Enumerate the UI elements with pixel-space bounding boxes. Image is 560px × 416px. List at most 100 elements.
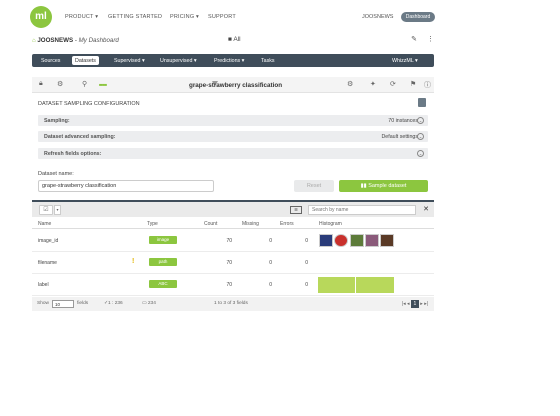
bigml-logo[interactable]: ml [30,6,52,28]
warning-icon: ! [132,258,135,265]
field-name[interactable]: image_id [38,238,58,244]
tab-sources[interactable]: Sources [41,58,60,64]
field-name[interactable]: filename [38,260,57,266]
document-icon[interactable] [418,98,426,107]
dataset-name-label: Dataset name: [38,171,74,177]
close-icon[interactable]: ✕ [421,205,431,215]
field-count: 70 [226,238,232,244]
lock-icon[interactable]: 🔒︎ [39,80,43,88]
breadcrumb: ⌂ JOOSNEWS - My Dashboard ■ All ✎ ⋮ [32,34,434,47]
field-errors: 0 [305,238,308,244]
tab-datasets[interactable]: Datasets [72,56,99,65]
field-count: 70 [226,260,232,266]
info-icon[interactable]: ⓘ [424,80,431,90]
chevron-down-icon[interactable]: ⌄ [417,133,424,140]
col-errors[interactable]: Errors [280,221,294,227]
sample-dataset-button[interactable]: ▮▮ Sample dataset [339,180,428,192]
dashboard-button[interactable]: Dashboard [401,12,435,22]
dataset-toolbar: 🔒︎ ⚙ ⚲ ■■■■ grape-strawberry classificat… [32,77,434,93]
image-thumbnail[interactable] [319,234,333,247]
tab-supervised[interactable]: Supervised ▾ [114,58,145,64]
sample-dataset-label: Sample dataset [368,183,407,189]
breadcrumb-page: My Dashboard [78,37,119,44]
fields-toolbar: ☑ ▾ ☰ ✕ [32,200,434,217]
field-errors: 0 [305,260,308,266]
select-all-checkbox[interactable]: ☑ [39,205,53,215]
pagination: |◂ ◂ 1 ▸ ▸| [402,300,428,308]
tree-icon[interactable]: ⚲ [82,80,87,88]
col-name[interactable]: Name [38,221,51,227]
reset-button[interactable]: Reset [294,180,334,192]
dataset-name-field[interactable] [38,180,214,192]
edit-icon[interactable]: ✎ [411,36,417,43]
field-errors: 0 [305,282,308,288]
nav-pricing[interactable]: PRICING ▾ [170,14,199,20]
header-icons: ✎ ⋮ [401,35,434,43]
page-range: 1 to 3 of 3 fields [214,301,248,306]
script-icon[interactable]: ⟳ [390,80,396,88]
advanced-sampling-row[interactable]: Dataset advanced sampling: Default setti… [38,131,428,142]
image-thumbnail[interactable] [334,234,348,247]
dataset-name: grape-strawberry classification [189,82,283,89]
main-nav: Sources Datasets Supervised ▾ Unsupervis… [32,54,434,67]
table-footer: Show 10 fields ✓1 : 236 ▭ 234 1 to 3 of … [32,297,434,311]
project-selector[interactable]: ■ All [228,36,241,43]
project-label: All [233,36,241,43]
network-icon[interactable]: ⚙ [57,80,63,88]
page-number[interactable]: 1 [410,300,419,308]
field-missing: 0 [269,260,272,266]
table-row[interactable]: label ABC 70 0 0 [32,275,434,296]
tab-predictions[interactable]: Predictions ▾ [214,58,244,64]
col-count[interactable]: Count [204,221,217,227]
last-page-icon[interactable]: ▸| [424,301,428,307]
nav-product[interactable]: PRODUCT ▾ [65,14,98,20]
model-icon[interactable]: ⚙ [347,80,353,88]
page-size-select[interactable]: 10 [52,300,74,308]
col-type[interactable]: Type [147,221,158,227]
refresh-fields-row[interactable]: Refresh fields options: ⌄ [38,148,428,159]
columns-icon[interactable]: ☰ [290,206,302,214]
breadcrumb-org[interactable]: JOOSNEWS [37,37,73,44]
whizzml-icon[interactable]: ⚑ [410,80,416,88]
field-name[interactable]: label [38,282,49,288]
preferred-count: ▭ 234 [142,301,156,306]
first-page-icon[interactable]: |◂ [402,301,406,307]
field-count: 70 [226,282,232,288]
table-row[interactable]: image_id image 70 0 0 [32,231,434,252]
field-missing: 0 [269,282,272,288]
histogram-bar[interactable] [318,277,355,293]
col-histogram: Histogram [319,221,342,227]
histogram-bar[interactable] [356,277,394,293]
tab-unsupervised[interactable]: Unsupervised ▾ [160,58,197,64]
nav-support[interactable]: SUPPORT [208,14,236,20]
image-thumbnail[interactable] [365,234,379,247]
tab-tasks[interactable]: Tasks [261,58,275,64]
table-row[interactable]: filename ! path 70 0 0 [32,253,434,274]
type-badge: ABC [149,280,177,288]
type-badge: image [149,236,177,244]
chevron-down-icon[interactable]: ▾ [54,205,61,215]
selected-count: ✓1 : 236 [104,301,123,306]
type-badge: path [149,258,177,266]
sampling-row[interactable]: Sampling: 70 instances ⌄ [38,115,428,126]
table-header: Name Type Count Missing Errors Histogram [32,218,434,229]
show-label: Show [37,301,49,306]
more-icon[interactable]: ⋮ [427,36,434,43]
col-missing[interactable]: Missing [242,221,259,227]
tab-whizzml[interactable]: WhizzML ▾ [392,58,418,64]
preferred-count-value: 234 [147,301,156,306]
rating-stars: ■■■■ [99,82,107,87]
cluster-icon[interactable]: ✦ [370,80,376,88]
advanced-sampling-label: Dataset advanced sampling: [44,134,116,140]
user-menu[interactable]: JOOSNEWS [362,14,393,20]
page-title: ⌂ JOOSNEWS - My Dashboard [32,37,119,44]
search-input[interactable] [308,205,416,215]
home-icon[interactable]: ⌂ [32,38,36,44]
image-thumbnail[interactable] [350,234,364,247]
chevron-down-icon[interactable]: ⌄ [417,150,424,157]
nav-getting-started[interactable]: GETTING STARTED [108,14,162,20]
image-thumbnail[interactable] [380,234,394,247]
refresh-fields-label: Refresh fields options: [44,151,102,157]
folder-icon: ■ [228,36,232,43]
chevron-down-icon[interactable]: ⌄ [417,117,424,124]
